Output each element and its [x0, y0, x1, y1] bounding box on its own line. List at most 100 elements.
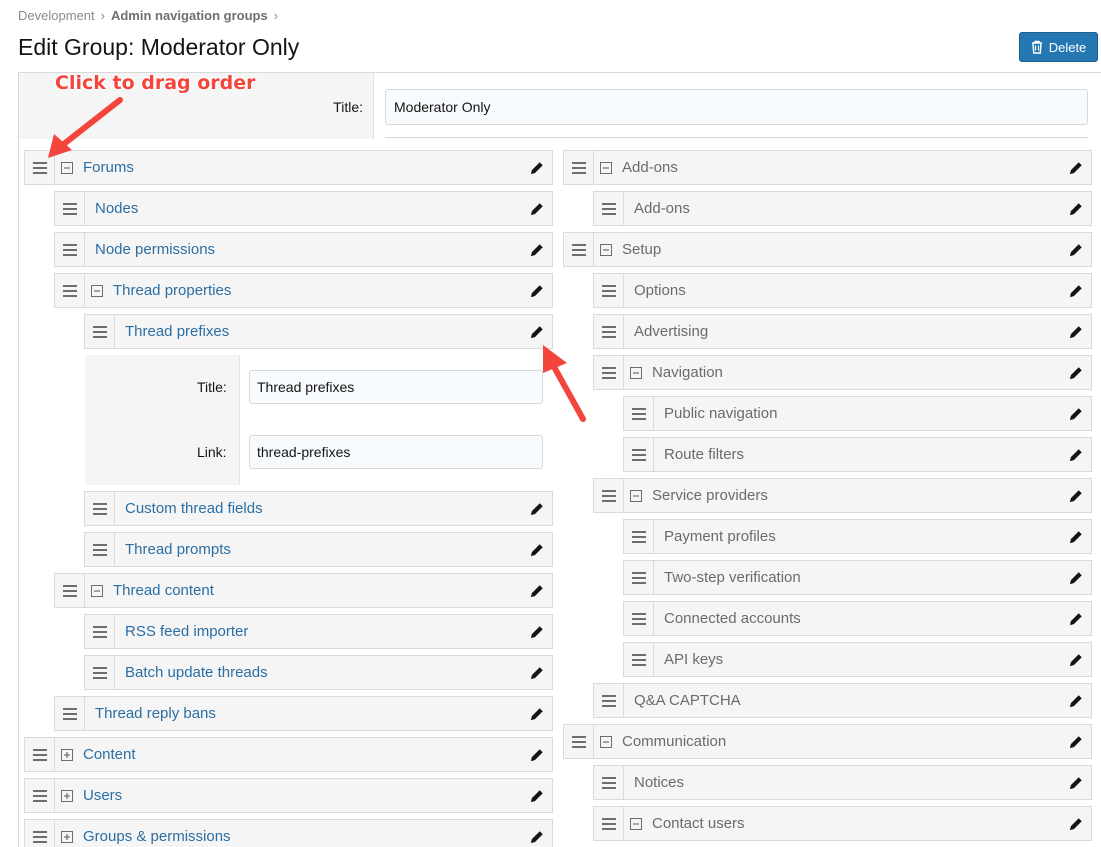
pencil-icon[interactable]	[1061, 807, 1091, 840]
drag-handle-icon[interactable]	[85, 615, 115, 648]
nav-row-label[interactable]: Add-ons	[634, 200, 1061, 217]
nav-row-label[interactable]: Service providers	[652, 487, 1061, 504]
nav-row-label[interactable]: API keys	[664, 651, 1061, 668]
drag-handle-icon[interactable]	[624, 438, 654, 471]
nav-row-label[interactable]: Advertising	[634, 323, 1061, 340]
drag-handle-icon[interactable]	[594, 356, 624, 389]
drag-handle-icon[interactable]	[564, 151, 594, 184]
pencil-icon[interactable]	[522, 574, 552, 607]
title-input[interactable]: Moderator Only	[385, 89, 1088, 125]
collapse-icon[interactable]	[91, 584, 103, 597]
drag-handle-icon[interactable]	[85, 315, 115, 348]
nav-row-label[interactable]: Q&A CAPTCHA	[634, 692, 1061, 709]
drag-handle-icon[interactable]	[25, 151, 55, 184]
drag-handle-icon[interactable]	[594, 766, 624, 799]
drag-handle-icon[interactable]	[594, 192, 624, 225]
expand-icon[interactable]	[61, 830, 73, 843]
drag-handle-icon[interactable]	[25, 738, 55, 771]
nav-row-label[interactable]: Thread reply bans	[95, 705, 522, 722]
pencil-icon[interactable]	[522, 315, 552, 348]
collapse-icon[interactable]	[61, 161, 73, 174]
pencil-icon[interactable]	[1061, 561, 1091, 594]
expand-icon[interactable]	[61, 789, 73, 802]
nav-row-label[interactable]: Thread prefixes	[125, 323, 522, 340]
pencil-icon[interactable]	[1061, 725, 1091, 758]
drag-handle-icon[interactable]	[564, 725, 594, 758]
pencil-icon[interactable]	[522, 615, 552, 648]
drag-handle-icon[interactable]	[594, 807, 624, 840]
drag-handle-icon[interactable]	[55, 274, 85, 307]
nav-row-label[interactable]: Groups & permissions	[83, 828, 522, 845]
pencil-icon[interactable]	[522, 533, 552, 566]
pencil-icon[interactable]	[1061, 684, 1091, 717]
drag-handle-icon[interactable]	[85, 492, 115, 525]
nav-row-label[interactable]: Communication	[622, 733, 1061, 750]
drag-handle-icon[interactable]	[594, 315, 624, 348]
nav-row-label[interactable]: Batch update threads	[125, 664, 522, 681]
pencil-icon[interactable]	[522, 233, 552, 266]
delete-button[interactable]: Delete	[1019, 32, 1098, 62]
drag-handle-icon[interactable]	[624, 602, 654, 635]
pencil-icon[interactable]	[1061, 479, 1091, 512]
pencil-icon[interactable]	[1061, 643, 1091, 676]
drag-handle-icon[interactable]	[55, 574, 85, 607]
nav-row-label[interactable]: Thread properties	[113, 282, 522, 299]
nav-row-label[interactable]: Thread content	[113, 582, 522, 599]
nav-row-label[interactable]: Two-step verification	[664, 569, 1061, 586]
pencil-icon[interactable]	[1061, 274, 1091, 307]
collapse-icon[interactable]	[630, 366, 642, 379]
pencil-icon[interactable]	[522, 697, 552, 730]
expand-icon[interactable]	[61, 748, 73, 761]
pencil-icon[interactable]	[522, 820, 552, 847]
drag-handle-icon[interactable]	[85, 533, 115, 566]
drag-handle-icon[interactable]	[564, 233, 594, 266]
nav-row-label[interactable]: RSS feed importer	[125, 623, 522, 640]
pencil-icon[interactable]	[1061, 602, 1091, 635]
pencil-icon[interactable]	[1061, 192, 1091, 225]
drag-handle-icon[interactable]	[624, 561, 654, 594]
nav-row-label[interactable]: Route filters	[664, 446, 1061, 463]
drag-handle-icon[interactable]	[594, 274, 624, 307]
drag-handle-icon[interactable]	[55, 233, 85, 266]
inline-title-input[interactable]: Thread prefixes	[249, 370, 543, 404]
nav-row-label[interactable]: Notices	[634, 774, 1061, 791]
pencil-icon[interactable]	[522, 656, 552, 689]
drag-handle-icon[interactable]	[594, 684, 624, 717]
drag-handle-icon[interactable]	[624, 643, 654, 676]
nav-row-label[interactable]: Payment profiles	[664, 528, 1061, 545]
nav-row-label[interactable]: Navigation	[652, 364, 1061, 381]
nav-row-label[interactable]: Thread prompts	[125, 541, 522, 558]
breadcrumb-item-admin-navigation-groups[interactable]: Admin navigation groups	[111, 8, 268, 23]
drag-handle-icon[interactable]	[55, 697, 85, 730]
nav-row-label[interactable]: Nodes	[95, 200, 522, 217]
pencil-icon[interactable]	[522, 779, 552, 812]
nav-row-label[interactable]: Custom thread fields	[125, 500, 522, 517]
pencil-icon[interactable]	[522, 192, 552, 225]
pencil-icon[interactable]	[1061, 233, 1091, 266]
collapse-icon[interactable]	[600, 735, 612, 748]
nav-row-label[interactable]: Add-ons	[622, 159, 1061, 176]
pencil-icon[interactable]	[1061, 520, 1091, 553]
pencil-icon[interactable]	[522, 274, 552, 307]
collapse-icon[interactable]	[600, 243, 612, 256]
nav-row-label[interactable]: Forums	[83, 159, 522, 176]
nav-row-label[interactable]: Connected accounts	[664, 610, 1061, 627]
drag-handle-icon[interactable]	[25, 820, 55, 847]
nav-row-label[interactable]: Users	[83, 787, 522, 804]
drag-handle-icon[interactable]	[624, 397, 654, 430]
collapse-icon[interactable]	[600, 161, 612, 174]
nav-row-label[interactable]: Options	[634, 282, 1061, 299]
drag-handle-icon[interactable]	[85, 656, 115, 689]
pencil-icon[interactable]	[522, 738, 552, 771]
collapse-icon[interactable]	[630, 489, 642, 502]
pencil-icon[interactable]	[1061, 151, 1091, 184]
drag-handle-icon[interactable]	[594, 479, 624, 512]
nav-row-label[interactable]: Node permissions	[95, 241, 522, 258]
drag-handle-icon[interactable]	[55, 192, 85, 225]
nav-row-label[interactable]: Content	[83, 746, 522, 763]
pencil-icon[interactable]	[1061, 397, 1091, 430]
collapse-icon[interactable]	[630, 817, 642, 830]
pencil-icon[interactable]	[522, 492, 552, 525]
drag-handle-icon[interactable]	[25, 779, 55, 812]
pencil-icon[interactable]	[1061, 438, 1091, 471]
